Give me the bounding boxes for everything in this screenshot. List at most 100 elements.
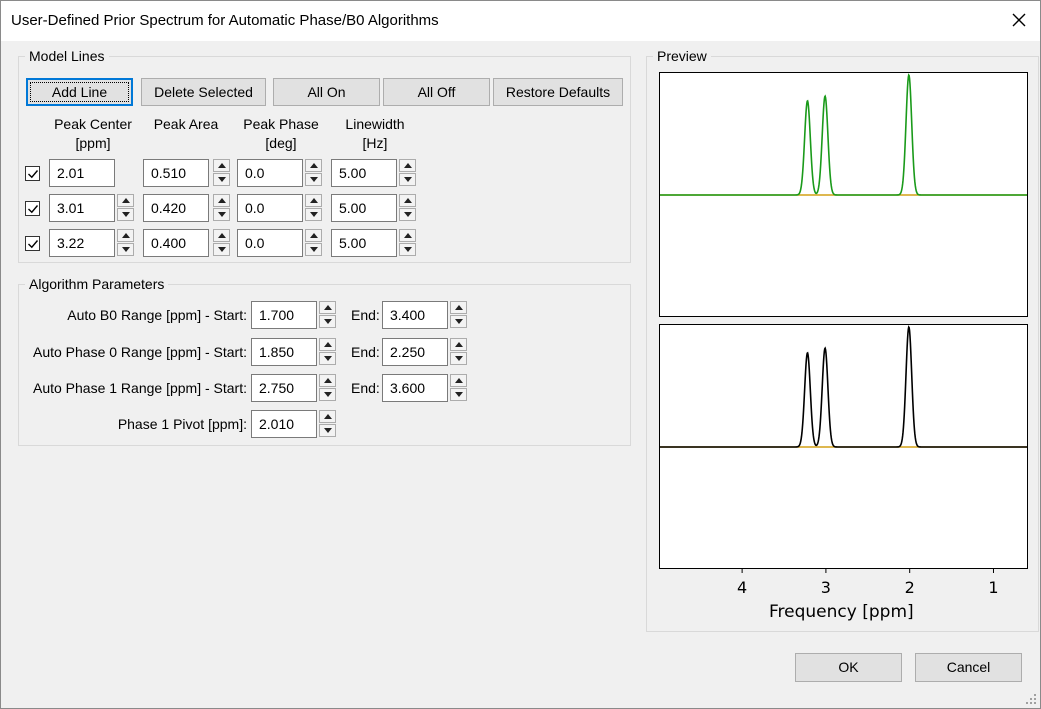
- spin-up-icon[interactable]: [399, 229, 416, 242]
- spin-up-icon[interactable]: [213, 159, 230, 172]
- spin-up-icon[interactable]: [319, 301, 336, 314]
- spin-up-icon[interactable]: [213, 194, 230, 207]
- checkmark-icon: [28, 240, 39, 249]
- header-peak-phase-line2: [deg]: [265, 135, 297, 151]
- add-line-button[interactable]: Add Line: [26, 78, 133, 106]
- header-peak-area: Peak Area: [141, 115, 231, 134]
- spin-down-icon[interactable]: [305, 243, 322, 256]
- line-2-area-field[interactable]: 0.420: [143, 194, 209, 222]
- line-1-area-field[interactable]: 0.510: [143, 159, 209, 187]
- auto-phase0-start-field[interactable]: 1.850: [251, 338, 317, 366]
- spin-arrows: [305, 194, 322, 222]
- spin-arrows: [450, 374, 467, 402]
- all-on-button[interactable]: All On: [273, 78, 380, 106]
- spin-arrows: [450, 301, 467, 329]
- spin-arrows: [399, 229, 416, 257]
- auto-b0-start-field[interactable]: 1.700: [251, 301, 317, 329]
- header-linewidth-line1: Linewidth: [345, 116, 405, 132]
- spin-down-icon[interactable]: [399, 173, 416, 186]
- delete-selected-button[interactable]: Delete Selected: [141, 78, 266, 106]
- line-3-phase-field[interactable]: 0.0: [237, 229, 303, 257]
- spin-down-icon[interactable]: [319, 388, 336, 401]
- header-peak-area-line1: Peak Area: [153, 116, 219, 132]
- line-3-area-field[interactable]: 0.400: [143, 229, 209, 257]
- all-off-button[interactable]: All Off: [383, 78, 490, 106]
- spin-arrows: [213, 229, 230, 257]
- spin-up-icon[interactable]: [450, 301, 467, 314]
- line-3-width-field[interactable]: 5.00: [331, 229, 397, 257]
- x-tick-label: 4: [737, 578, 747, 597]
- title-bar: User-Defined Prior Spectrum for Automati…: [1, 1, 1040, 41]
- line-3-checkbox[interactable]: [25, 236, 40, 251]
- header-peak-center: Peak Center [ppm]: [43, 115, 143, 153]
- spin-down-icon[interactable]: [319, 352, 336, 365]
- x-tick-label: 1: [988, 578, 998, 597]
- spin-down-icon[interactable]: [305, 208, 322, 221]
- close-icon[interactable]: [1008, 9, 1030, 31]
- spin-arrows: [305, 159, 322, 187]
- spectrum-line: [660, 73, 1027, 196]
- x-tick-label: 3: [821, 578, 831, 597]
- spin-arrows: [319, 374, 336, 402]
- spin-down-icon[interactable]: [399, 243, 416, 256]
- dialog-window: User-Defined Prior Spectrum for Automati…: [0, 0, 1041, 709]
- spin-down-icon[interactable]: [213, 243, 230, 256]
- header-peak-center-line1: Peak Center: [54, 116, 132, 132]
- spin-arrows: [319, 410, 336, 438]
- spin-up-icon[interactable]: [319, 410, 336, 423]
- preview-title: Preview: [653, 48, 711, 64]
- spectrum-plot-top: [660, 73, 1027, 196]
- spin-up-icon[interactable]: [450, 374, 467, 387]
- spin-up-icon[interactable]: [305, 229, 322, 242]
- spin-down-icon[interactable]: [399, 208, 416, 221]
- auto-phase0-end-field[interactable]: 2.250: [382, 338, 448, 366]
- line-2-phase-field[interactable]: 0.0: [237, 194, 303, 222]
- auto-phase0-end-label: End:: [351, 344, 380, 360]
- phase1-pivot-label: Phase 1 Pivot [ppm]:: [117, 416, 247, 432]
- cancel-button[interactable]: Cancel: [915, 653, 1022, 682]
- line-1-checkbox[interactable]: [25, 166, 40, 181]
- line-1-center-field[interactable]: 2.01: [49, 159, 115, 187]
- spin-up-icon[interactable]: [305, 159, 322, 172]
- spin-up-icon[interactable]: [319, 374, 336, 387]
- spin-down-icon[interactable]: [319, 315, 336, 328]
- spin-arrows: [450, 338, 467, 366]
- spin-down-icon[interactable]: [213, 208, 230, 221]
- spin-up-icon[interactable]: [450, 338, 467, 351]
- spin-up-icon[interactable]: [399, 194, 416, 207]
- spin-up-icon[interactable]: [319, 338, 336, 351]
- header-peak-phase-line1: Peak Phase: [243, 116, 319, 132]
- spin-down-icon[interactable]: [117, 208, 134, 221]
- line-1-phase-field[interactable]: 0.0: [237, 159, 303, 187]
- spin-up-icon[interactable]: [213, 229, 230, 242]
- spin-down-icon[interactable]: [305, 173, 322, 186]
- restore-defaults-button[interactable]: Restore Defaults: [493, 78, 623, 106]
- spin-up-icon[interactable]: [399, 159, 416, 172]
- spin-arrows: [399, 194, 416, 222]
- header-peak-phase: Peak Phase [deg]: [233, 115, 329, 153]
- spin-down-icon[interactable]: [213, 173, 230, 186]
- spin-down-icon[interactable]: [450, 315, 467, 328]
- line-1-width-field[interactable]: 5.00: [331, 159, 397, 187]
- spin-up-icon[interactable]: [305, 194, 322, 207]
- spectrum-plot-bottom: [660, 325, 1027, 448]
- spin-arrows: [213, 159, 230, 187]
- ok-button[interactable]: OK: [795, 653, 902, 682]
- auto-phase1-end-field[interactable]: 3.600: [382, 374, 448, 402]
- line-2-width-field[interactable]: 5.00: [331, 194, 397, 222]
- line-3-center-field[interactable]: 3.22: [49, 229, 115, 257]
- spin-down-icon[interactable]: [319, 424, 336, 437]
- auto-phase1-start-field[interactable]: 2.750: [251, 374, 317, 402]
- checkmark-icon: [28, 205, 39, 214]
- line-2-checkbox[interactable]: [25, 201, 40, 216]
- spin-up-icon[interactable]: [117, 194, 134, 207]
- spin-arrows: [319, 301, 336, 329]
- spin-down-icon[interactable]: [450, 352, 467, 365]
- spin-down-icon[interactable]: [450, 388, 467, 401]
- line-2-center-field[interactable]: 3.01: [49, 194, 115, 222]
- spin-up-icon[interactable]: [117, 229, 134, 242]
- phase1-pivot-field[interactable]: 2.010: [251, 410, 317, 438]
- resize-grip-icon[interactable]: [1025, 693, 1037, 705]
- auto-b0-end-field[interactable]: 3.400: [382, 301, 448, 329]
- spin-down-icon[interactable]: [117, 243, 134, 256]
